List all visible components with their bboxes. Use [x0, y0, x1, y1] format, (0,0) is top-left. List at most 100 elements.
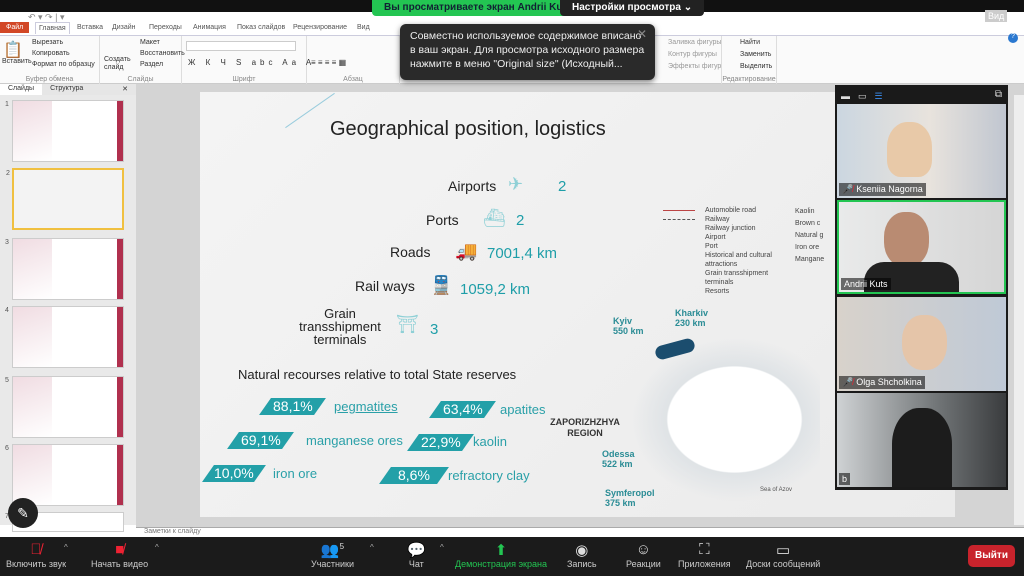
- vertical-scrollbar[interactable]: [1014, 95, 1024, 525]
- unmute-button[interactable]: 🎙̸ Включить звук: [6, 541, 66, 569]
- tab-insert[interactable]: Вставка: [74, 22, 106, 33]
- video-layout-buttons[interactable]: ▬▭☰: [841, 91, 891, 102]
- legend-item: Mangane: [795, 256, 825, 263]
- legend-item: Brown c: [795, 220, 821, 227]
- legend-item: Historical and cultural attractions: [705, 252, 772, 268]
- tab-slides[interactable]: Слайды: [0, 84, 43, 95]
- active-speaker-tile[interactable]: Andrii Kuts: [837, 200, 1006, 294]
- clipboard-caption: Буфер обмена: [25, 76, 74, 83]
- share-screen-icon: ⬆: [494, 542, 508, 559]
- view-options-button[interactable]: Настройки просмотра ⌄: [560, 0, 705, 16]
- slide-thumbnail[interactable]: 5: [5, 376, 124, 438]
- shape-outline-button[interactable]: Контур фигуры: [668, 51, 717, 58]
- tab-slideshow[interactable]: Показ слайдов: [234, 22, 288, 33]
- close-panel-icon[interactable]: ✕: [114, 84, 136, 95]
- slide-number: 2: [6, 170, 10, 177]
- find-button[interactable]: Найти: [740, 39, 760, 46]
- participants-caret[interactable]: ^: [370, 543, 374, 552]
- audio-options-caret[interactable]: ^: [64, 543, 68, 552]
- font-format-buttons[interactable]: Ж К Ч S abc Aa A: [188, 58, 315, 67]
- tab-outline[interactable]: Структура: [42, 84, 91, 95]
- participant-tile[interactable]: b: [837, 393, 1006, 487]
- pct-value: 69,1%: [240, 432, 281, 448]
- record-button[interactable]: ◉ Запись: [567, 541, 597, 569]
- tab-file[interactable]: Файл: [0, 22, 30, 33]
- participants-icon: 👥5: [320, 542, 345, 559]
- replace-button[interactable]: Заменить: [740, 51, 771, 58]
- chat-button[interactable]: 💬 Чат: [407, 541, 426, 569]
- start-video-button[interactable]: ■̸ Начать видео: [91, 541, 148, 569]
- slide-thumbnail[interactable]: 4: [5, 306, 124, 368]
- copy-button[interactable]: Копировать: [32, 50, 70, 57]
- decor-line: [285, 92, 335, 129]
- apps-button[interactable]: ⛶ Приложения: [678, 541, 731, 569]
- video-options-caret[interactable]: ^: [155, 543, 159, 552]
- pct-badge: 10,0%: [202, 465, 266, 482]
- resource-name: manganese ores: [306, 433, 403, 448]
- slide-thumbnail-selected[interactable]: 2: [6, 168, 124, 230]
- resource-name: kaolin: [473, 434, 507, 449]
- tab-review[interactable]: Рецензирование: [290, 22, 350, 33]
- swap-view-icon[interactable]: ⧉: [995, 89, 1002, 100]
- legend-item: Port: [705, 243, 718, 250]
- paste-button[interactable]: Вставить: [2, 58, 32, 65]
- button-label: Включить звук: [6, 559, 67, 569]
- legend-item: Resorts: [705, 288, 730, 295]
- city-distance: 522 km: [602, 459, 633, 469]
- new-slide-button[interactable]: Создать слайд: [104, 56, 131, 72]
- slide-number: 6: [5, 445, 9, 452]
- tab-home[interactable]: Главная: [35, 22, 70, 34]
- shape-fill-button[interactable]: Заливка фигуры: [668, 39, 721, 46]
- slide-number: 4: [5, 307, 9, 314]
- section-button[interactable]: Раздел: [140, 61, 163, 68]
- reset-button[interactable]: Восстановить: [140, 50, 185, 57]
- editing-caption: Редактирование: [722, 76, 776, 83]
- whiteboards-button[interactable]: ▭ Доски сообщений: [746, 541, 820, 569]
- chat-caret[interactable]: ^: [440, 543, 444, 552]
- tab-animation[interactable]: Анимация: [190, 22, 229, 33]
- pct-badge: 63,4%: [429, 401, 496, 418]
- annotate-pen-icon[interactable]: ✎: [8, 498, 38, 528]
- cut-button[interactable]: Вырезать: [32, 39, 63, 46]
- stat-value-roads: 7001,4 km: [487, 245, 558, 262]
- select-button[interactable]: Выделить: [740, 63, 772, 70]
- view-button[interactable]: Вид: [985, 10, 1008, 22]
- reactions-button[interactable]: ☺ Реакции: [626, 541, 661, 569]
- pct-value: 8,6%: [398, 467, 430, 483]
- button-label: Доски сообщений: [746, 559, 821, 569]
- slide-thumbnail[interactable]: 6: [5, 444, 124, 506]
- notes-field[interactable]: Заметки к слайду: [136, 527, 1024, 537]
- view-options-label: Настройки просмотра: [572, 2, 681, 13]
- slide-thumbnail[interactable]: 1: [5, 100, 124, 162]
- slide-number: 3: [5, 239, 9, 246]
- city-name: Kharkiv: [675, 308, 709, 318]
- participant-name-text: b: [842, 474, 848, 484]
- button-label: Запись: [567, 559, 597, 569]
- close-icon[interactable]: ✕: [637, 27, 647, 41]
- participant-tile[interactable]: 🎤̸ Kseniia Nagorna: [837, 104, 1006, 198]
- shape-effects-button[interactable]: Эффекты фигур: [668, 63, 721, 70]
- layout-button[interactable]: Макет: [140, 39, 160, 46]
- map-legend: Automobile road Railway Railway junction…: [705, 206, 785, 296]
- format-painter-button[interactable]: Формат по образцу: [32, 61, 95, 68]
- participant-tile[interactable]: 🎤̸ Olga Shcholkina: [837, 297, 1006, 391]
- share-screen-button[interactable]: ⬆ Демонстрация экрана: [455, 541, 547, 569]
- help-icon[interactable]: ?: [1008, 33, 1018, 43]
- tab-design[interactable]: Дизайн: [109, 22, 139, 33]
- font-name-select[interactable]: [186, 41, 296, 51]
- participant-name-text: Kseniia Nagorna: [856, 184, 923, 194]
- tooltip-text: Совместно используемое содержимое вписан…: [410, 30, 645, 70]
- participants-button[interactable]: 👥5 Участники: [311, 541, 354, 569]
- city-symferopol: Symferopol 375 km: [605, 488, 655, 508]
- alignment-buttons[interactable]: ≡ ≡ ≡ ≡ ▦: [311, 58, 346, 67]
- stat-label-ports: Ports: [426, 212, 459, 228]
- font-caption: Шрифт: [232, 76, 256, 83]
- tab-transitions[interactable]: Переходы: [146, 22, 185, 33]
- city-distance: 375 km: [605, 498, 636, 508]
- grain-terminal-icon: ⛩: [396, 314, 419, 334]
- button-label: Реакции: [626, 559, 661, 569]
- tab-view[interactable]: Вид: [354, 22, 373, 33]
- muted-mic-icon: 🎤̸: [842, 184, 854, 194]
- leave-button[interactable]: Выйти: [968, 545, 1015, 567]
- slide-thumbnail[interactable]: 3: [5, 238, 124, 300]
